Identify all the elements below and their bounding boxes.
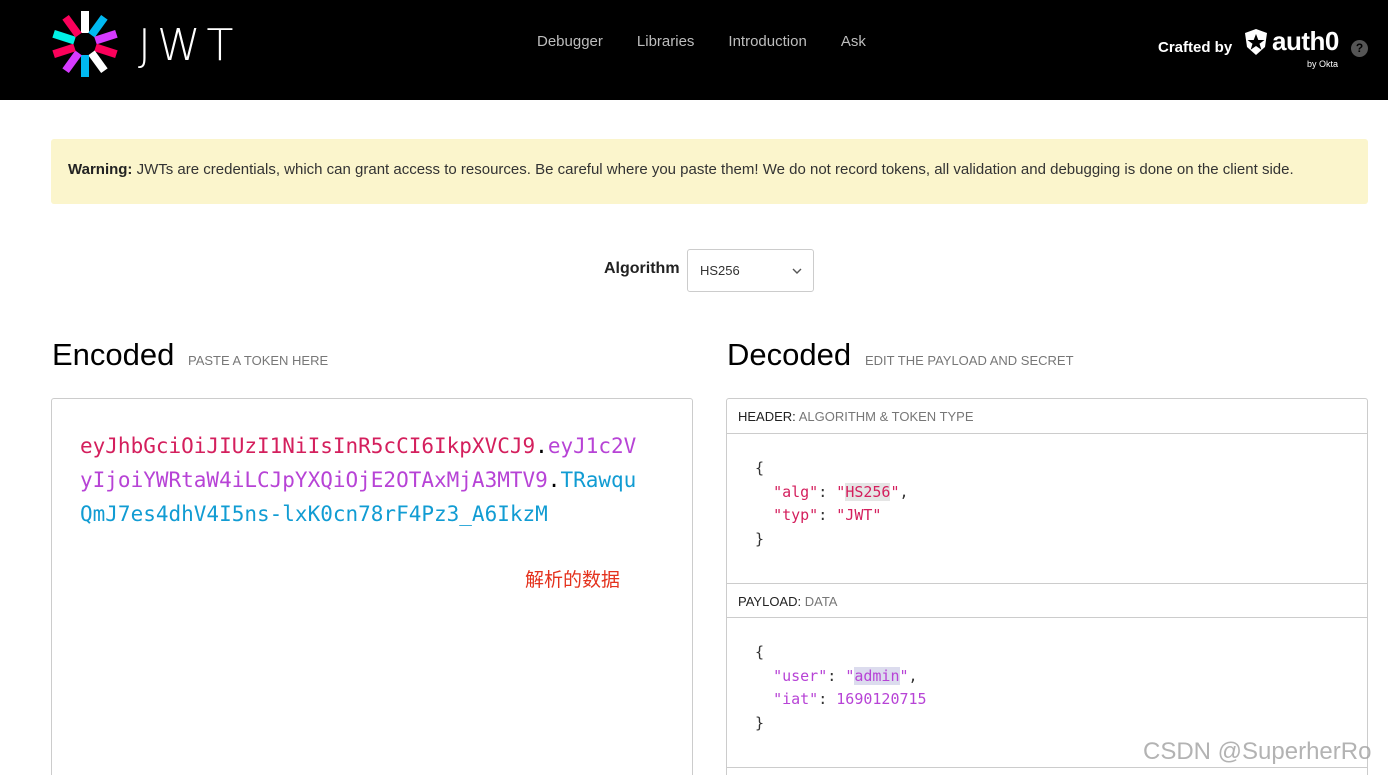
- watermark: CSDN @SuperherRo: [1143, 738, 1372, 765]
- annotation-text: 解析的数据: [525, 569, 621, 591]
- jwt-logo-icon[interactable]: [50, 10, 120, 78]
- algorithm-label: Algorithm: [604, 260, 680, 277]
- json-key-iat: "iat": [773, 690, 819, 708]
- algorithm-select[interactable]: HS256: [687, 249, 814, 292]
- decoded-subtitle: EDIT THE PAYLOAD AND SECRET: [865, 353, 1074, 368]
- json-value-user: admin: [854, 666, 900, 685]
- auth0-shield-icon[interactable]: [1243, 28, 1269, 56]
- encoded-subtitle: PASTE A TOKEN HERE: [188, 353, 329, 368]
- header-panel-value: ALGORITHM & TOKEN TYPE: [798, 409, 974, 424]
- decorative-glyph-icon: [716, 86, 764, 96]
- main-nav: Debugger Libraries Introduction Ask: [537, 33, 900, 50]
- help-icon[interactable]: ?: [1351, 40, 1368, 57]
- payload-panel-value: DATA: [804, 594, 838, 609]
- payload-panel-title: PAYLOAD: DATA: [727, 583, 1367, 618]
- panel-divider: [727, 767, 1367, 768]
- header-json-editor[interactable]: { "alg": "HS256", "typ": "JWT" }: [755, 457, 909, 551]
- payload-json-editor[interactable]: { "user": "admin", "iat": 1690120715 }: [755, 641, 927, 735]
- json-key-alg: "alg": [773, 482, 819, 501]
- json-value-typ: "JWT": [836, 506, 882, 524]
- logo-wordmark[interactable]: JWT: [138, 20, 239, 71]
- payload-panel-key: PAYLOAD:: [738, 594, 802, 609]
- decoded-panel: HEADER: ALGORITHM & TOKEN TYPE { "alg": …: [726, 398, 1368, 775]
- token-header-part: eyJhbGciOiJIUzI1NiIsInR5cCI6IkpXVCJ9: [80, 434, 536, 458]
- token-dot: .: [535, 434, 548, 458]
- auth0-brand[interactable]: auth0: [1272, 26, 1339, 57]
- json-key-typ: "typ": [773, 506, 819, 524]
- header-panel-title: HEADER: ALGORITHM & TOKEN TYPE: [727, 399, 1367, 434]
- by-okta-label: by Okta: [1307, 59, 1339, 69]
- nav-item-debugger[interactable]: Debugger: [537, 33, 603, 50]
- chevron-down-icon: [792, 268, 802, 274]
- warning-text: JWTs are credentials, which can grant ac…: [132, 161, 1294, 178]
- nav-item-libraries[interactable]: Libraries: [637, 33, 695, 50]
- algorithm-selected-value: HS256: [700, 263, 740, 278]
- crafted-by-label: Crafted by: [1158, 39, 1233, 56]
- top-navigation-bar: JWT Debugger Libraries Introduction Ask …: [0, 0, 1388, 100]
- json-key-user: "user": [773, 666, 828, 685]
- token-dot: .: [547, 468, 561, 492]
- encoded-token: eyJhbGciOiJIUzI1NiIsInR5cCI6IkpXVCJ9.eyJ…: [80, 429, 640, 531]
- warning-label: Warning:: [68, 161, 133, 178]
- warning-banner: Warning: JWTs are credentials, which can…: [51, 139, 1368, 204]
- nav-item-introduction[interactable]: Introduction: [728, 33, 806, 50]
- encoded-title: Encoded: [52, 337, 175, 372]
- decoded-title: Decoded: [727, 337, 852, 372]
- json-value-iat: 1690120715: [836, 690, 927, 708]
- json-value-alg: HS256: [845, 482, 891, 501]
- nav-item-ask[interactable]: Ask: [841, 33, 866, 50]
- header-panel-key: HEADER:: [738, 409, 796, 424]
